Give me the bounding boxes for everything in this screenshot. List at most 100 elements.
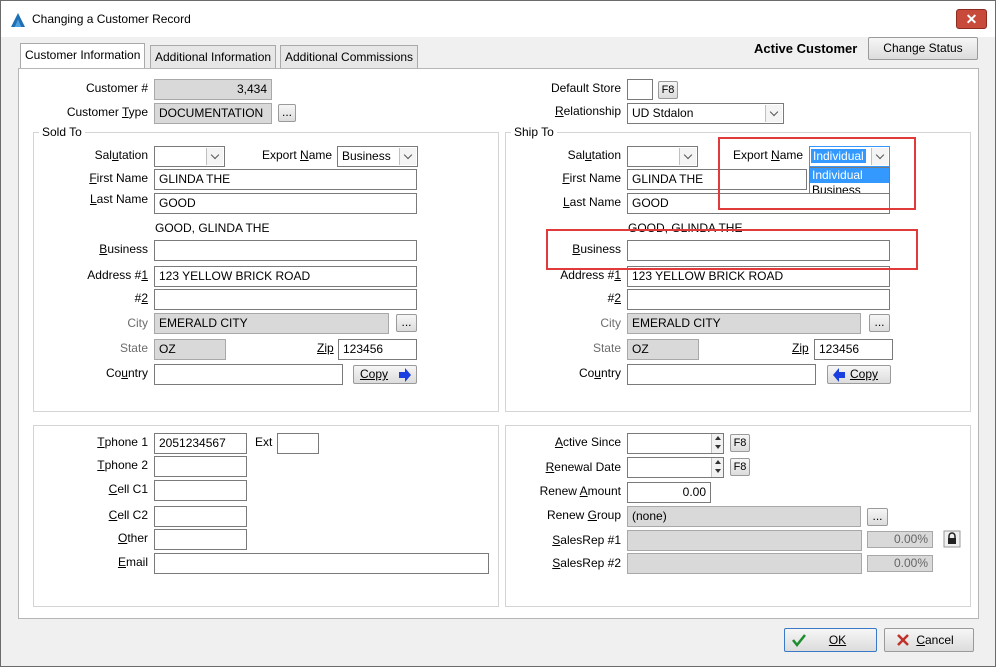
cancel-button[interactable]: Cancel	[884, 628, 974, 652]
checkmark-icon	[792, 634, 806, 647]
sold-country-field[interactable]	[154, 364, 343, 385]
sold-country-label: Country	[105, 366, 148, 380]
x-icon	[897, 634, 909, 646]
tphone2-field[interactable]	[154, 456, 247, 477]
customer-type-label: Customer Type	[66, 105, 148, 119]
sold-address1-field[interactable]: 123 YELLOW BRICK ROAD	[154, 266, 417, 287]
sold-last-name-label: Last Name	[89, 192, 148, 206]
salesrep2-label: SalesRep #2	[552, 556, 621, 570]
export-name-highlight-box	[718, 137, 916, 210]
ship-city-lookup-button[interactable]: ...	[869, 314, 890, 332]
default-store-field[interactable]	[627, 79, 653, 100]
cell2-field[interactable]	[154, 506, 247, 527]
ship-salutation-label: Salutation	[567, 148, 621, 162]
sold-last-name-field[interactable]: GOOD	[154, 193, 417, 214]
ship-state-field: OZ	[627, 339, 699, 360]
date-spinner-icon[interactable]	[711, 458, 723, 477]
ok-button[interactable]: OK	[784, 628, 877, 652]
ship-country-field[interactable]	[627, 364, 816, 385]
sold-address1-label: Address #1	[87, 268, 148, 282]
chevron-down-icon[interactable]	[679, 148, 696, 165]
cell1-label: Cell C1	[108, 482, 148, 496]
ship-salutation-select[interactable]	[627, 146, 698, 167]
sold-copy-label: Copy	[360, 367, 389, 381]
ship-state-label: State	[592, 341, 621, 355]
sold-first-name-label: First Name	[89, 171, 148, 185]
customer-type-field: DOCUMENTATION	[154, 103, 272, 124]
sold-address2-field[interactable]	[154, 289, 417, 310]
salesrep2-percent: 0.00%	[867, 555, 933, 572]
sold-salutation-select[interactable]	[154, 146, 225, 167]
sold-business-label: Business	[99, 242, 148, 256]
sold-first-name-field[interactable]: GLINDA THE	[154, 169, 417, 190]
tab-additional-commissions[interactable]: Additional Commissions	[280, 45, 419, 68]
sold-city-field: EMERALD CITY	[154, 313, 389, 334]
active-since-field[interactable]	[627, 433, 724, 454]
salesrep1-label: SalesRep #1	[552, 533, 621, 547]
ship-copy-button[interactable]: Copy	[827, 365, 891, 384]
lock-icon[interactable]	[943, 530, 961, 548]
sold-zip-field[interactable]: 123456	[338, 339, 417, 360]
close-button[interactable]: ✕	[956, 9, 987, 29]
renew-group-lookup-button[interactable]: ...	[867, 508, 888, 526]
ext-field[interactable]	[277, 433, 319, 454]
chevron-down-icon[interactable]	[765, 105, 782, 122]
active-since-f8-button[interactable]: F8	[730, 434, 750, 452]
default-store-label: Default Store	[550, 81, 621, 95]
sold-city-lookup-button[interactable]: ...	[396, 314, 417, 332]
arrow-left-icon	[833, 368, 845, 382]
tab-additional-information[interactable]: Additional Information	[150, 45, 277, 68]
tphone1-label: Tphone 1	[97, 435, 148, 449]
tphone1-field[interactable]: 2051234567	[154, 433, 247, 454]
chevron-down-icon[interactable]	[206, 148, 223, 165]
relationship-select[interactable]: UD Stdalon	[627, 103, 784, 124]
customer-number-label: Customer #	[85, 81, 148, 95]
sold-business-field[interactable]	[154, 240, 417, 261]
ship-address1-label: Address #1	[560, 268, 621, 282]
salesrep2-field	[627, 553, 862, 574]
renewal-date-field[interactable]	[627, 457, 724, 478]
status-label: Active Customer	[754, 41, 858, 56]
customer-number-field: 3,434	[154, 79, 272, 100]
chevron-down-icon[interactable]	[399, 148, 416, 165]
salesrep1-percent: 0.00%	[867, 531, 933, 548]
other-label: Other	[117, 531, 148, 545]
renew-amount-field[interactable]: 0.00	[627, 482, 711, 503]
relationship-label: Relationship	[554, 104, 621, 118]
tab-customer-information[interactable]: Customer Information	[20, 43, 146, 69]
business-highlight-box	[546, 229, 918, 270]
arrow-right-icon	[399, 368, 411, 382]
salesrep1-field	[627, 530, 862, 551]
ship-first-name-label: First Name	[562, 171, 621, 185]
sold-salutation-label: Salutation	[94, 148, 148, 162]
date-spinner-icon[interactable]	[711, 434, 723, 453]
renewal-date-label: Renewal Date	[545, 460, 621, 474]
ship-city-label: City	[600, 316, 621, 330]
change-status-button[interactable]: Change Status	[868, 37, 978, 60]
renewal-date-f8-button[interactable]: F8	[730, 458, 750, 476]
dialog-window: Changing a Customer Record ✕ Customer In…	[0, 0, 996, 667]
ship-zip-label: Zip	[792, 341, 809, 355]
other-field[interactable]	[154, 529, 247, 550]
ship-address2-field[interactable]	[627, 289, 890, 310]
window-title: Changing a Customer Record	[32, 12, 191, 26]
cell2-label: Cell C2	[108, 508, 148, 522]
customer-type-lookup-button[interactable]: ...	[278, 104, 296, 122]
sold-state-field: OZ	[154, 339, 226, 360]
sold-to-title: Sold To	[39, 125, 85, 139]
sold-export-name-label: Export Name	[262, 148, 333, 162]
ship-zip-field[interactable]: 123456	[814, 339, 893, 360]
default-store-f8-button[interactable]: F8	[658, 81, 678, 99]
sold-full-name: GOOD, GLINDA THE	[155, 221, 270, 235]
ext-label: Ext	[255, 435, 273, 449]
app-logo-icon	[11, 13, 25, 27]
active-since-label: Active Since	[554, 435, 621, 449]
sold-state-label: State	[119, 341, 148, 355]
sold-city-label: City	[127, 316, 148, 330]
cell1-field[interactable]	[154, 480, 247, 501]
relationship-value: UD Stdalon	[632, 106, 694, 120]
sold-copy-button[interactable]: Copy	[353, 365, 417, 384]
sold-export-name-select[interactable]: Business	[337, 146, 418, 167]
ship-country-label: Country	[578, 366, 621, 380]
email-field[interactable]	[154, 553, 489, 574]
